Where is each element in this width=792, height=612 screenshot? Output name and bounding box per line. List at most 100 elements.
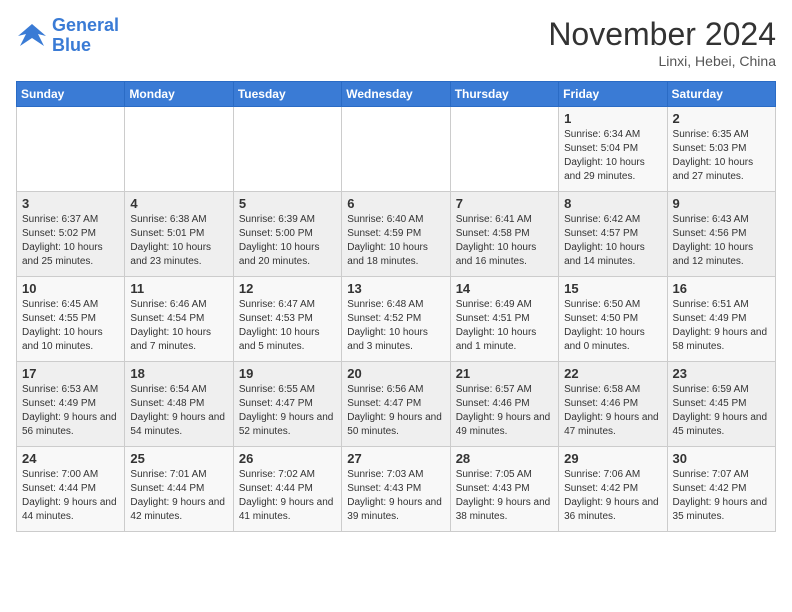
day-info: Sunrise: 6:47 AM Sunset: 4:53 PM Dayligh… [239,298,336,354]
calendar-cell: 25 Sunrise: 7:01 AM Sunset: 4:44 PM Dayli… [125,447,233,532]
calendar-cell: 26Sunrise: 7:02 AM Sunset: 4:44 PM Dayli… [233,447,341,532]
day-info: Sunrise: 6:50 AM Sunset: 4:50 PM Dayligh… [564,298,661,354]
day-number: 5 [239,196,336,211]
calendar-cell: 16 Sunrise: 6:51 AM Sunset: 4:49 PM Dayli… [667,277,775,362]
calendar-header-row: SundayMondayTuesdayWednesdayThursdayFrid… [17,82,776,107]
day-info: Sunrise: 6:41 AM Sunset: 4:58 PM Dayligh… [456,213,553,269]
day-number: 11 [130,281,227,296]
logo-icon [16,22,48,50]
calendar-cell: 24Sunrise: 7:00 AM Sunset: 4:44 PM Dayli… [17,447,125,532]
calendar-cell: 9 Sunrise: 6:43 AM Sunset: 4:56 PM Daylig… [667,192,775,277]
calendar-cell: 28 Sunrise: 7:05 AM Sunset: 4:43 PM Dayli… [450,447,558,532]
page-header: General Blue November 2024 Linxi, Hebei,… [16,16,776,69]
calendar-cell: 8Sunrise: 6:42 AM Sunset: 4:57 PM Daylig… [559,192,667,277]
day-number: 3 [22,196,119,211]
day-number: 28 [456,451,553,466]
day-number: 2 [673,111,770,126]
day-number: 27 [347,451,444,466]
day-number: 10 [22,281,119,296]
day-info: Sunrise: 7:06 AM Sunset: 4:42 PM Dayligh… [564,468,661,524]
day-number: 30 [673,451,770,466]
calendar-cell [342,107,450,192]
calendar-cell: 5 Sunrise: 6:39 AM Sunset: 5:00 PM Daylig… [233,192,341,277]
calendar-cell: 14 Sunrise: 6:49 AM Sunset: 4:51 PM Dayli… [450,277,558,362]
calendar-cell: 27 Sunrise: 7:03 AM Sunset: 4:43 PM Dayli… [342,447,450,532]
day-info: Sunrise: 6:48 AM Sunset: 4:52 PM Dayligh… [347,298,444,354]
day-info: Sunrise: 6:57 AM Sunset: 4:46 PM Dayligh… [456,383,553,439]
day-number: 18 [130,366,227,381]
day-info: Sunrise: 6:58 AM Sunset: 4:46 PM Dayligh… [564,383,661,439]
calendar-cell: 18 Sunrise: 6:54 AM Sunset: 4:48 PM Dayli… [125,362,233,447]
day-info: Sunrise: 6:53 AM Sunset: 4:49 PM Dayligh… [22,383,119,439]
day-header-saturday: Saturday [667,82,775,107]
calendar-cell: 2 Sunrise: 6:35 AM Sunset: 5:03 PM Daylig… [667,107,775,192]
day-number: 23 [673,366,770,381]
calendar-cell: 3Sunrise: 6:37 AM Sunset: 5:02 PM Daylig… [17,192,125,277]
calendar-cell: 11Sunrise: 6:46 AM Sunset: 4:54 PM Dayli… [125,277,233,362]
location-subtitle: Linxi, Hebei, China [548,53,776,69]
calendar-week-row: 1Sunrise: 6:34 AM Sunset: 5:04 PM Daylig… [17,107,776,192]
day-number: 29 [564,451,661,466]
calendar-cell: 22 Sunrise: 6:58 AM Sunset: 4:46 PM Dayli… [559,362,667,447]
calendar-cell: 29 Sunrise: 7:06 AM Sunset: 4:42 PM Dayli… [559,447,667,532]
day-header-wednesday: Wednesday [342,82,450,107]
calendar-cell: 19 Sunrise: 6:55 AM Sunset: 4:47 PM Dayli… [233,362,341,447]
day-info: Sunrise: 6:39 AM Sunset: 5:00 PM Dayligh… [239,213,336,269]
day-info: Sunrise: 6:54 AM Sunset: 4:48 PM Dayligh… [130,383,227,439]
calendar-cell: 17 Sunrise: 6:53 AM Sunset: 4:49 PM Dayli… [17,362,125,447]
day-info: Sunrise: 6:35 AM Sunset: 5:03 PM Dayligh… [673,128,770,184]
calendar-week-row: 24Sunrise: 7:00 AM Sunset: 4:44 PM Dayli… [17,447,776,532]
day-number: 12 [239,281,336,296]
day-number: 21 [456,366,553,381]
calendar-week-row: 10 Sunrise: 6:45 AM Sunset: 4:55 PM Dayli… [17,277,776,362]
day-number: 22 [564,366,661,381]
calendar-cell [233,107,341,192]
day-info: Sunrise: 6:43 AM Sunset: 4:56 PM Dayligh… [673,213,770,269]
day-header-tuesday: Tuesday [233,82,341,107]
day-header-thursday: Thursday [450,82,558,107]
day-info: Sunrise: 6:42 AM Sunset: 4:57 PM Dayligh… [564,213,661,269]
day-info: Sunrise: 7:07 AM Sunset: 4:42 PM Dayligh… [673,468,770,524]
day-info: Sunrise: 6:49 AM Sunset: 4:51 PM Dayligh… [456,298,553,354]
day-number: 16 [673,281,770,296]
calendar-cell: 1Sunrise: 6:34 AM Sunset: 5:04 PM Daylig… [559,107,667,192]
calendar-cell: 10 Sunrise: 6:45 AM Sunset: 4:55 PM Dayli… [17,277,125,362]
calendar-cell: 4 Sunrise: 6:38 AM Sunset: 5:01 PM Daylig… [125,192,233,277]
calendar-cell: 13 Sunrise: 6:48 AM Sunset: 4:52 PM Dayli… [342,277,450,362]
calendar-cell: 23 Sunrise: 6:59 AM Sunset: 4:45 PM Dayli… [667,362,775,447]
day-header-sunday: Sunday [17,82,125,107]
day-number: 17 [22,366,119,381]
day-number: 9 [673,196,770,211]
calendar-cell [125,107,233,192]
day-number: 20 [347,366,444,381]
calendar-cell [450,107,558,192]
month-title: November 2024 [548,16,776,53]
calendar-week-row: 3Sunrise: 6:37 AM Sunset: 5:02 PM Daylig… [17,192,776,277]
calendar-week-row: 17 Sunrise: 6:53 AM Sunset: 4:49 PM Dayli… [17,362,776,447]
day-info: Sunrise: 6:40 AM Sunset: 4:59 PM Dayligh… [347,213,444,269]
day-info: Sunrise: 6:45 AM Sunset: 4:55 PM Dayligh… [22,298,119,354]
day-info: Sunrise: 6:38 AM Sunset: 5:01 PM Dayligh… [130,213,227,269]
calendar-table: SundayMondayTuesdayWednesdayThursdayFrid… [16,81,776,532]
day-info: Sunrise: 6:55 AM Sunset: 4:47 PM Dayligh… [239,383,336,439]
day-info: Sunrise: 6:34 AM Sunset: 5:04 PM Dayligh… [564,128,661,184]
day-info: Sunrise: 6:51 AM Sunset: 4:49 PM Dayligh… [673,298,770,354]
logo: General Blue [16,16,119,56]
day-info: Sunrise: 7:03 AM Sunset: 4:43 PM Dayligh… [347,468,444,524]
day-number: 25 [130,451,227,466]
calendar-cell [17,107,125,192]
day-number: 19 [239,366,336,381]
day-header-friday: Friday [559,82,667,107]
day-info: Sunrise: 7:05 AM Sunset: 4:43 PM Dayligh… [456,468,553,524]
calendar-cell: 7Sunrise: 6:41 AM Sunset: 4:58 PM Daylig… [450,192,558,277]
day-number: 4 [130,196,227,211]
day-number: 14 [456,281,553,296]
logo-text: General Blue [52,16,119,56]
day-info: Sunrise: 7:00 AM Sunset: 4:44 PM Dayligh… [22,468,119,524]
day-number: 26 [239,451,336,466]
day-info: Sunrise: 6:59 AM Sunset: 4:45 PM Dayligh… [673,383,770,439]
day-info: Sunrise: 7:01 AM Sunset: 4:44 PM Dayligh… [130,468,227,524]
calendar-cell: 30 Sunrise: 7:07 AM Sunset: 4:42 PM Dayli… [667,447,775,532]
calendar-cell: 12 Sunrise: 6:47 AM Sunset: 4:53 PM Dayli… [233,277,341,362]
day-number: 13 [347,281,444,296]
